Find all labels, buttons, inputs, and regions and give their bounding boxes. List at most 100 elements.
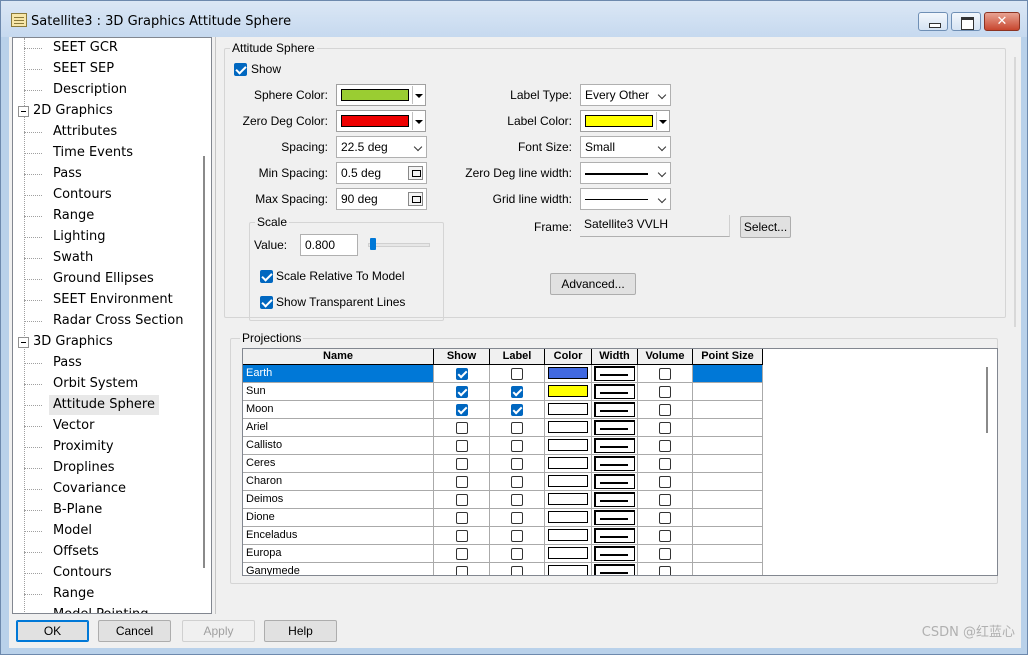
projection-volume-checkbox[interactable] <box>659 404 671 416</box>
projection-volume-checkbox[interactable] <box>659 368 671 380</box>
projection-show-checkbox[interactable] <box>455 476 468 488</box>
projection-volume-cell[interactable] <box>638 509 693 527</box>
tree-item[interactable]: Proximity <box>49 437 118 457</box>
table-row[interactable]: Charon <box>243 473 763 491</box>
table-row[interactable]: Callisto <box>243 437 763 455</box>
projection-point-size-cell[interactable] <box>693 419 763 437</box>
projection-show-checkbox[interactable] <box>455 458 468 470</box>
projection-color-cell[interactable] <box>545 455 592 473</box>
projection-show-checkbox[interactable] <box>455 440 468 452</box>
projection-label-cell[interactable] <box>490 509 545 527</box>
projection-show-cell[interactable] <box>434 437 490 455</box>
tree-item[interactable]: Model Pointing <box>49 605 153 613</box>
projection-point-size-cell[interactable] <box>693 365 763 383</box>
projection-label-checkbox[interactable] <box>511 440 523 452</box>
line-width-sample[interactable] <box>594 564 635 575</box>
projection-color-swatch[interactable] <box>548 565 588 575</box>
grid-line-width-select[interactable] <box>580 188 671 210</box>
tree-item[interactable]: 2D Graphics <box>29 101 117 121</box>
collapse-icon[interactable] <box>18 337 29 348</box>
projection-color-cell[interactable] <box>545 509 592 527</box>
projection-color-cell[interactable] <box>545 527 592 545</box>
projection-color-cell[interactable] <box>545 563 592 575</box>
projection-name[interactable]: Charon <box>243 473 434 491</box>
projection-volume-cell[interactable] <box>638 473 693 491</box>
projection-label-cell[interactable] <box>490 473 545 491</box>
projection-show-checkbox[interactable] <box>455 422 468 434</box>
projection-show-checkbox[interactable] <box>455 512 468 524</box>
line-width-sample[interactable] <box>594 546 635 561</box>
projection-label-checkbox[interactable] <box>511 548 523 560</box>
tree-item[interactable]: Droplines <box>49 458 119 478</box>
projection-show-cell[interactable] <box>434 509 490 527</box>
projection-volume-checkbox[interactable] <box>659 566 671 575</box>
collapse-icon[interactable] <box>18 106 29 117</box>
line-width-sample[interactable] <box>594 456 635 471</box>
table-row[interactable]: Deimos <box>243 491 763 509</box>
projection-width-cell[interactable] <box>592 491 638 509</box>
projection-color-swatch[interactable] <box>548 403 588 415</box>
tree-item[interactable]: Contours <box>49 185 116 205</box>
projection-volume-cell[interactable] <box>638 455 693 473</box>
projection-label-checkbox[interactable] <box>511 530 523 542</box>
projection-color-cell[interactable] <box>545 491 592 509</box>
help-button[interactable]: Help <box>264 620 337 642</box>
column-header[interactable]: Name <box>243 349 434 365</box>
projection-show-cell[interactable] <box>434 401 490 419</box>
tree-item[interactable]: Model <box>49 521 96 541</box>
scale-slider[interactable] <box>368 243 430 247</box>
table-scrollbar[interactable] <box>977 349 997 575</box>
projection-color-cell[interactable] <box>545 545 592 563</box>
zero-deg-line-width-select[interactable] <box>580 162 671 184</box>
show-checkbox[interactable] <box>234 63 247 76</box>
projection-point-size-cell[interactable] <box>693 455 763 473</box>
tree-item[interactable]: 3D Graphics <box>29 332 117 352</box>
projection-name[interactable]: Sun <box>243 383 434 401</box>
show-transparent-checkbox[interactable] <box>260 296 273 309</box>
projection-label-checkbox[interactable] <box>511 422 523 434</box>
projection-point-size-cell[interactable] <box>693 383 763 401</box>
projection-show-checkbox[interactable] <box>455 494 468 506</box>
projection-color-swatch[interactable] <box>548 547 588 559</box>
projection-color-cell[interactable] <box>545 419 592 437</box>
projection-volume-cell[interactable] <box>638 527 693 545</box>
tree-item[interactable]: Vector <box>49 416 98 436</box>
tree-item[interactable]: Ground Ellipses <box>49 269 158 289</box>
projection-name[interactable]: Earth <box>243 365 434 383</box>
projection-width-cell[interactable] <box>592 455 638 473</box>
projection-name[interactable]: Dione <box>243 509 434 527</box>
zero-deg-color-picker[interactable] <box>336 110 426 132</box>
column-header[interactable]: Width <box>592 349 638 365</box>
column-header[interactable]: Label <box>490 349 545 365</box>
table-row[interactable]: Ganymede <box>243 563 763 575</box>
tree-item[interactable]: Range <box>49 584 98 604</box>
projection-show-checkbox[interactable] <box>455 404 468 416</box>
projection-point-size-cell[interactable] <box>693 509 763 527</box>
projection-volume-cell[interactable] <box>638 401 693 419</box>
tree-item[interactable]: Offsets <box>49 542 103 562</box>
projection-label-cell[interactable] <box>490 545 545 563</box>
select-frame-button[interactable]: Select... <box>740 216 791 238</box>
font-size-select[interactable]: Small <box>580 136 671 158</box>
projection-color-swatch[interactable] <box>548 493 588 505</box>
projection-width-cell[interactable] <box>592 563 638 575</box>
max-spacing-input[interactable]: 90 deg <box>336 188 427 210</box>
calculator-icon[interactable] <box>408 166 423 180</box>
projection-label-cell[interactable] <box>490 437 545 455</box>
projection-label-checkbox[interactable] <box>511 386 523 398</box>
projection-color-cell[interactable] <box>545 383 592 401</box>
projection-label-cell[interactable] <box>490 491 545 509</box>
projection-label-cell[interactable] <box>490 401 545 419</box>
projection-color-swatch[interactable] <box>548 457 588 469</box>
projection-volume-cell[interactable] <box>638 437 693 455</box>
projection-point-size-cell[interactable] <box>693 563 763 575</box>
apply-button[interactable]: Apply <box>182 620 255 642</box>
tree-item[interactable]: SEET Environment <box>49 290 177 310</box>
projection-color-cell[interactable] <box>545 437 592 455</box>
minimize-button[interactable] <box>918 12 948 31</box>
title-bar[interactable]: Satellite3 : 3D Graphics Attitude Sphere… <box>1 1 1027 37</box>
projection-label-cell[interactable] <box>490 419 545 437</box>
projection-volume-cell[interactable] <box>638 545 693 563</box>
table-row[interactable]: Europa <box>243 545 763 563</box>
scale-relative-checkbox[interactable] <box>260 270 273 283</box>
